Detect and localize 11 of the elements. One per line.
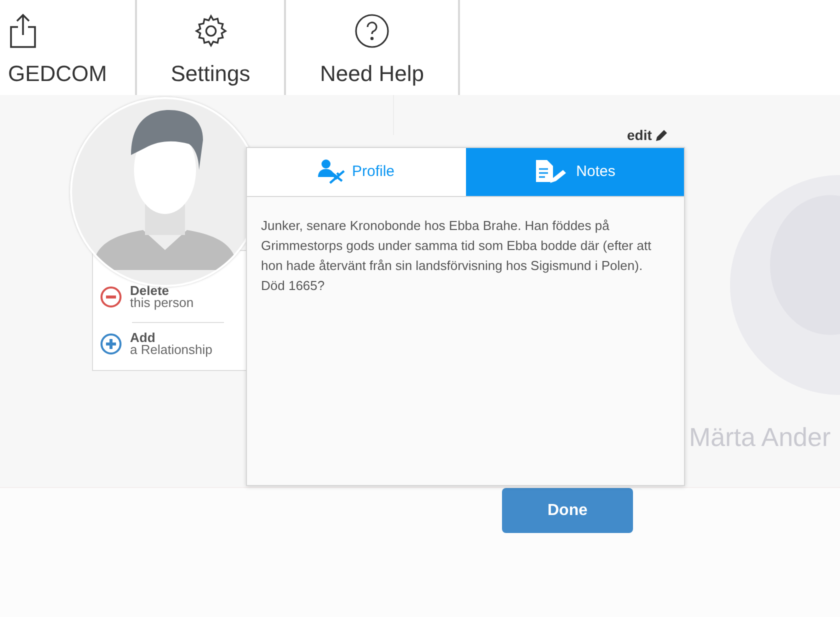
help-icon	[354, 13, 390, 49]
done-button[interactable]: Done	[502, 488, 633, 533]
person-action[interactable]: Delete this person	[100, 285, 194, 309]
notes-text: Junker, senare Kronobonde hos Ebba Brahe. Han föddes på Grimmestorps gods under samma tid som Ebba bodde där (efter att hon hade återvänt från sin landsförvisning hos Sigismund i Polen). Död 1665?	[260, 217, 652, 295]
person-action[interactable]: Add a Relationship	[100, 332, 212, 356]
pencil-icon	[654, 129, 668, 142]
minus-circle-icon	[100, 286, 122, 308]
settings-icon	[192, 13, 228, 49]
plus-circle-icon	[100, 333, 122, 355]
edit-link[interactable]: edit	[627, 125, 668, 146]
share-icon	[8, 13, 38, 49]
